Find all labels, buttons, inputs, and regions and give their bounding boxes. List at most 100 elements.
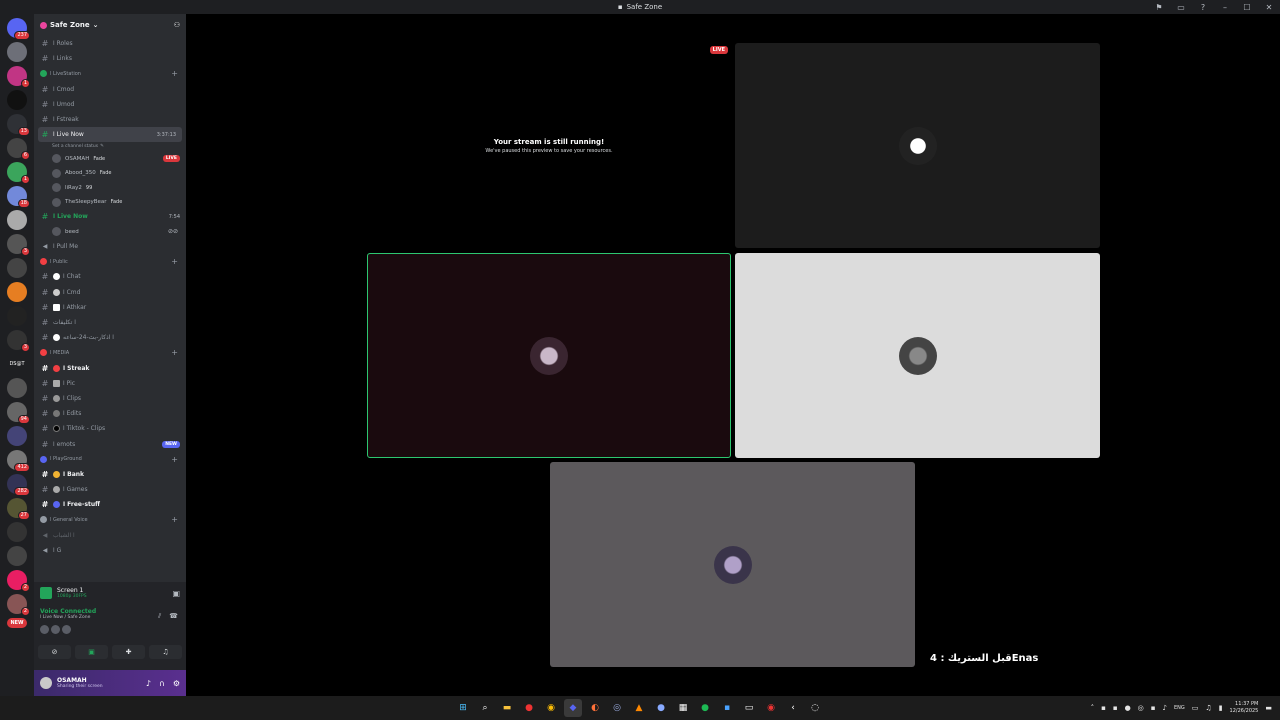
file-explorer-icon[interactable]: ▬ <box>498 699 516 717</box>
channel-cmd[interactable]: # ا Cmd <box>34 285 186 300</box>
server-icon[interactable] <box>7 522 27 542</box>
channel-emots[interactable]: # ا emots NEW <box>34 436 186 451</box>
server-icon[interactable]: 1 <box>7 66 30 88</box>
app-orb-icon[interactable]: ● <box>652 699 670 717</box>
add-channel-icon[interactable]: + <box>171 455 178 464</box>
channel-pic[interactable]: # ا Pic <box>34 376 186 391</box>
server-icon[interactable] <box>7 282 27 302</box>
gear-icon[interactable]: ⚙ <box>173 679 180 688</box>
server-icon[interactable] <box>7 42 27 62</box>
chrome-icon[interactable]: ◉ <box>542 699 560 717</box>
search-icon[interactable]: ⌕ <box>476 699 494 717</box>
input-language[interactable]: ENG <box>1174 705 1185 711</box>
server-icon[interactable]: 3 <box>7 234 30 256</box>
server-icon[interactable]: DS@T <box>7 354 27 374</box>
voice-channel-live-now-2[interactable]: # ا Live Now 7:54 <box>34 209 186 224</box>
stream-panel[interactable]: Screen 1 1080p 30FPS ▣ <box>34 582 186 604</box>
microphone-icon[interactable]: ♪ <box>1163 704 1167 712</box>
add-channel-icon[interactable]: + <box>171 348 178 357</box>
app-a-icon[interactable]: ▲ <box>630 699 648 717</box>
server-icon[interactable] <box>7 426 27 446</box>
tray-app-icon[interactable]: ◎ <box>1138 704 1144 712</box>
server-icon[interactable]: 27 <box>7 498 30 520</box>
voice-channel-pull-me[interactable]: ◀ ا Pull Me <box>34 239 186 254</box>
invite-icon[interactable]: ⚇ <box>174 21 180 29</box>
channel-roles[interactable]: # ا Roles <box>34 36 186 51</box>
channel-athkar[interactable]: # ا Athkar <box>34 300 186 315</box>
tray-app-icon[interactable]: ▪ <box>1101 704 1106 712</box>
server-icon[interactable]: 282 <box>7 474 30 496</box>
channel-fstreak[interactable]: # ا Fstreak <box>34 112 186 127</box>
server-icon[interactable] <box>7 378 27 398</box>
channel-edits[interactable]: # ا Edits <box>34 406 186 421</box>
participant-tile[interactable] <box>735 253 1100 458</box>
window-app-icon[interactable]: ▭ <box>740 699 758 717</box>
add-channel-icon[interactable]: + <box>171 69 178 78</box>
maximize-button[interactable]: ☐ <box>1242 2 1252 12</box>
channel-bank[interactable]: # ا Bank <box>34 467 186 482</box>
speaking-participant-tile[interactable] <box>367 253 731 458</box>
channel-tiktok[interactable]: # ا Tiktok - Clips <box>34 421 186 436</box>
category-media[interactable]: ا MEDIA + <box>34 345 186 360</box>
server-icon[interactable]: 18 <box>7 186 30 208</box>
minimize-button[interactable]: – <box>1220 2 1230 12</box>
server-icon[interactable]: 1 <box>7 162 30 184</box>
activities-button[interactable]: ✚ <box>112 645 145 659</box>
server-icon[interactable]: 412 <box>7 450 30 472</box>
voice-member[interactable]: Abood_350 Fade <box>34 166 186 181</box>
server-icon[interactable] <box>7 546 27 566</box>
channel-umod[interactable]: # ا Umod <box>34 97 186 112</box>
monitor-app-icon[interactable]: ◌ <box>806 699 824 717</box>
add-channel-icon[interactable]: + <box>171 257 178 266</box>
participant-tile[interactable] <box>550 462 915 667</box>
steam-icon[interactable]: ◎ <box>608 699 626 717</box>
clock[interactable]: 11:37 PM 12/26/2025 <box>1230 701 1259 715</box>
category-playground[interactable]: ا PlayGround + <box>34 452 186 467</box>
server-icon[interactable]: 2 <box>7 594 30 616</box>
network-icon[interactable]: ▭ <box>1192 704 1199 712</box>
headphones-icon[interactable]: ∩ <box>159 679 165 688</box>
discord-icon[interactable]: ◆ <box>564 699 582 717</box>
window-icon[interactable]: ▭ <box>1176 2 1186 12</box>
voice-channel-shabab[interactable]: ◀ ا الشباب <box>34 528 186 543</box>
close-button[interactable]: ✕ <box>1264 2 1274 12</box>
channel-games[interactable]: # ا Games <box>34 482 186 497</box>
chevron-up-icon[interactable]: ˄ <box>1091 704 1095 712</box>
recorder-icon[interactable]: ● <box>520 699 538 717</box>
server-icon[interactable] <box>7 90 27 110</box>
record-app-icon[interactable]: ◉ <box>762 699 780 717</box>
firefox-icon[interactable]: ◐ <box>586 699 604 717</box>
server-icon[interactable]: 94 <box>7 402 30 424</box>
soundboard-button[interactable]: ♫ <box>149 645 182 659</box>
notifications-icon[interactable]: ▬ <box>1265 704 1272 712</box>
channel-free-stuff[interactable]: # ا Free-stuff <box>34 497 186 512</box>
store-icon[interactable]: ▪ <box>718 699 736 717</box>
voice-member[interactable]: liRay2 99 <box>34 180 186 195</box>
voice-member[interactable]: beed ⊘⊘ <box>34 225 186 240</box>
stop-stream-icon[interactable]: ▣ <box>172 589 180 598</box>
category-general-voice[interactable]: ا General Voice + <box>34 512 186 527</box>
help-icon[interactable]: ? <box>1198 2 1208 12</box>
tray-app-icon[interactable]: ▪ <box>1113 704 1118 712</box>
capcut-icon[interactable]: ‹ <box>784 699 802 717</box>
channel-thakar24[interactable]: # ا اذكار-بث-24-ساعه <box>34 330 186 345</box>
screen-share-button[interactable]: ▣ <box>75 645 108 659</box>
participant-tile[interactable] <box>735 43 1100 248</box>
tray-app-icon[interactable]: ▪ <box>1151 704 1156 712</box>
grid-app-icon[interactable]: ▦ <box>674 699 692 717</box>
add-channel-icon[interactable]: + <box>171 515 178 524</box>
voice-channel-g[interactable]: ◀ ا G <box>34 543 186 558</box>
disconnect-icon[interactable]: ☎ <box>169 612 178 621</box>
tray-app-icon[interactable]: ● <box>1125 704 1131 712</box>
camera-off-button[interactable]: ⊘ <box>38 645 71 659</box>
category-public[interactable]: ا Public + <box>34 254 186 269</box>
channel-chat[interactable]: # ا Chat <box>34 269 186 284</box>
server-icon[interactable] <box>7 258 27 278</box>
avatar[interactable] <box>40 677 52 689</box>
server-icon[interactable]: 3 <box>7 330 30 352</box>
server-header[interactable]: Safe Zone ⌄ ⚇ <box>34 14 186 36</box>
voice-member[interactable]: TheSleepyBear Fade <box>34 195 186 210</box>
channel-links[interactable]: # ا Links <box>34 51 186 66</box>
new-badge[interactable]: NEW <box>7 618 27 628</box>
voice-member[interactable]: OSAMAH Fade LIVE <box>34 151 186 166</box>
